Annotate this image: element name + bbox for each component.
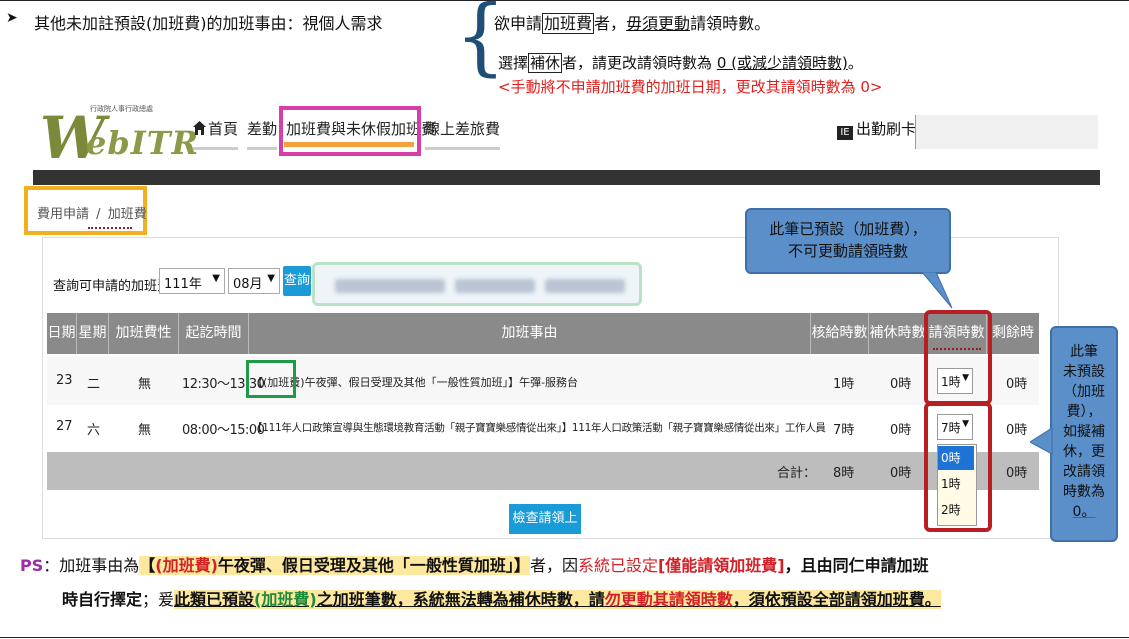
- user-info-redacted: [915, 115, 1098, 149]
- preset-highlight-box: [246, 360, 296, 398]
- nav-highlight-box: [279, 106, 421, 156]
- total-comp: 0時: [890, 466, 912, 481]
- col-reason: 加班事由: [249, 313, 811, 354]
- row1-type: 無: [138, 377, 152, 392]
- webitr-logo[interactable]: 行政院人事行政總處 W ebITR: [40, 104, 198, 172]
- nav-attendance[interactable]: 差勤: [247, 118, 278, 150]
- row1-date: 23: [56, 373, 73, 388]
- punch-card-icon: IE: [837, 126, 853, 140]
- col-time: 起訖時間: [179, 313, 249, 354]
- nav-travel-expense[interactable]: 線上差旅費: [425, 118, 501, 150]
- row1-remain: 0時: [1006, 377, 1028, 392]
- callout-preset: 此筆已預設（加班費）， 不可更動請領時數: [745, 208, 951, 274]
- instruction-line-1: 欲申請 加班費 者，毋須更動請領時數。: [494, 13, 771, 34]
- year-select[interactable]: 111年 ▼: [159, 268, 225, 294]
- col-date: 日期: [47, 313, 77, 354]
- col-remain: 剩餘時數: [987, 313, 1039, 382]
- callout-not-preset: 此筆 未預設 （加班 費）， 如擬補 休，更 改請領 時數為 0。: [1050, 326, 1118, 542]
- redacted-info: [312, 262, 642, 306]
- query-button[interactable]: 查詢: [283, 266, 311, 296]
- row1-comp: 0時: [890, 377, 912, 392]
- total-approved: 8時: [833, 466, 855, 481]
- chevron-down-icon: ▼: [267, 273, 275, 284]
- row2-date: 27: [56, 419, 73, 434]
- breadcrumb-current: 加班費: [107, 207, 147, 222]
- bottom-border: [0, 637, 1129, 638]
- ps-line-2: 時自行擇定；爰此類已預設(加班費)之加班筆數，系統無法轉為補休時數，請勿更動其請…: [62, 590, 941, 609]
- header-dark-bar: [33, 170, 1100, 185]
- chevron-down-icon: ▼: [212, 273, 220, 284]
- col-comp: 補休時數: [869, 313, 927, 354]
- nav-home[interactable]: 首頁: [193, 118, 239, 150]
- breadcrumb-parent[interactable]: 費用申請: [37, 207, 89, 222]
- row1-reason: 【(加班費)午夜彈、假日受理及其他「一般性質加班」】午彈-服務台: [252, 376, 579, 389]
- row2-comp: 0時: [890, 423, 912, 438]
- ps-line-1: PS：加班事由為【(加班費)午夜彈、假日受理及其他「一般性質加班」】者，因系統已…: [20, 556, 929, 575]
- note-text: 其他未加註預設(加班費)的加班事由：視個人需求: [34, 14, 383, 33]
- claim-highlight-box-1: [924, 310, 992, 405]
- instruction-line-2: 選擇 補休 者，請更改請領時數為 0 (或減少請領時數)。: [498, 53, 863, 73]
- col-approved: 核給時數: [811, 313, 869, 354]
- total-remain: 0時: [1006, 466, 1028, 481]
- callout-pointer-icon: [921, 272, 953, 309]
- instruction-line-3: <手動將不申請加班費的加班日期，更改其請領時數為 0>: [498, 78, 883, 96]
- row2-reason: 【111年人口政策宣導與生態環境教育活動「親子寶寶樂感情從出來」】111年人口政…: [252, 422, 826, 434]
- row1-approved: 1時: [833, 377, 855, 392]
- claim-highlight-box-2: [924, 402, 992, 532]
- punch-card-link[interactable]: IE 出勤刷卡: [837, 118, 916, 140]
- home-icon: [193, 121, 206, 135]
- breadcrumb: 費用申請 / 加班費: [37, 207, 147, 222]
- row2-approved: 7時: [833, 423, 855, 438]
- breadcrumb-dotted-underline: [88, 227, 132, 229]
- month-select[interactable]: 08月 ▼: [228, 268, 280, 294]
- col-type: 加班費性質: [109, 313, 179, 382]
- total-label: 合計：: [777, 466, 817, 481]
- col-weekday: 星期: [77, 313, 109, 354]
- callout-pointer-icon: [1030, 428, 1053, 455]
- row2-remain: 0時: [1006, 423, 1028, 438]
- check-limit-button[interactable]: 檢查請領上限: [509, 504, 581, 556]
- bullet-arrow: ➤: [6, 10, 18, 26]
- row1-weekday: 二: [87, 377, 101, 392]
- row2-type: 無: [138, 423, 152, 438]
- row2-weekday: 六: [87, 423, 101, 438]
- top-border: [0, 0, 1129, 1]
